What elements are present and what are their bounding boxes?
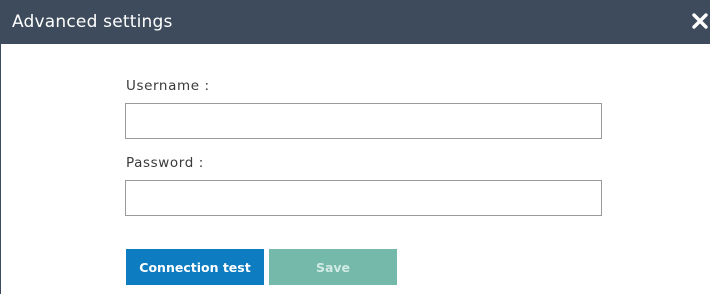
close-icon[interactable]	[689, 9, 710, 35]
connection-test-button[interactable]: Connection test	[126, 249, 264, 285]
password-input[interactable]	[125, 180, 602, 216]
dialog-titlebar: Advanced settings	[1, 0, 710, 44]
username-input[interactable]	[125, 103, 602, 139]
advanced-settings-dialog: Advanced settings Username : Password : …	[0, 0, 710, 294]
password-label: Password :	[126, 155, 204, 171]
save-button[interactable]: Save	[269, 249, 397, 285]
username-label: Username :	[126, 78, 210, 94]
dialog-title: Advanced settings	[12, 12, 173, 32]
